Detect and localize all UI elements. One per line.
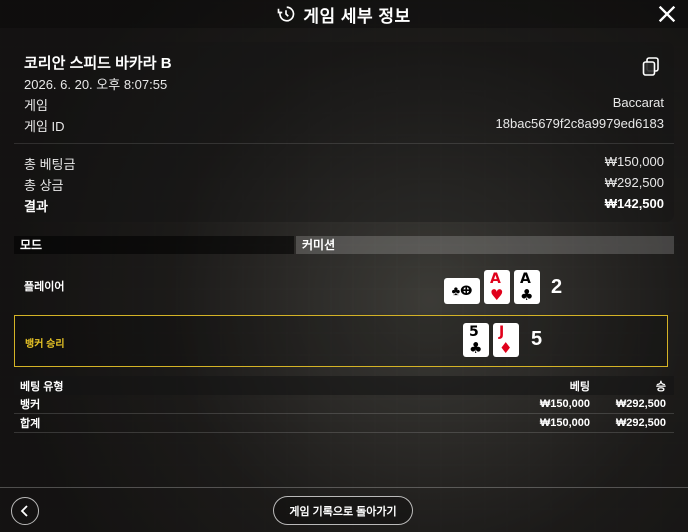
game-id-value: 18bac5679f2c8a9979ed6183 [495,116,664,131]
result-value: ₩142,500 [604,196,664,211]
game-name: 코리안 스피드 바카라 B [24,55,172,72]
win-header: 승 [655,380,666,393]
player-row: 플레이어 ♣︎ⴲ A ♥ A ♣ 2 [14,262,668,308]
commission-label: 커미션 [296,236,674,254]
header: 게임 세부 정보 [0,0,688,28]
third-card-placeholder: ♣︎ⴲ [444,278,480,304]
close-icon[interactable] [656,3,678,25]
mode-bar: 모드 커미션 [14,236,674,254]
bet-header: 베팅 [569,380,590,393]
player-score: 2 [551,276,563,298]
bet-amount-cell: ₩150,000 [539,398,590,410]
banker-score: 5 [531,328,543,350]
table-row: 합계 ₩150,000 ₩292,500 [14,414,674,433]
win-amount-cell: ₩292,500 [615,398,666,410]
playing-card: 5 ♣ [463,323,489,357]
page-title: 게임 세부 정보 [303,6,411,26]
total-bet-label: 총 베팅금 [24,157,76,172]
bet-amount-cell: ₩150,000 [539,417,590,429]
bet-table-header: 베팅 유형 베팅 승 [14,376,674,395]
win-amount-cell: ₩292,500 [615,417,666,429]
total-win-label: 총 상금 [24,178,64,193]
game-type-label: 게임 [24,98,48,113]
footer-divider [0,487,688,488]
game-details-card: 코리안 스피드 바카라 B 2026. 6. 20. 오후 8:07:55 게임… [14,42,674,222]
playing-card: A ♣ [514,270,540,304]
result-label: 결과 [24,199,48,214]
playing-card: A ♥ [484,270,510,304]
total-bet-value: ₩150,000 [604,154,664,169]
bet-table: 베팅 유형 베팅 승 뱅커 ₩150,000 ₩292,500 합계 ₩150,… [14,376,674,433]
table-row: 뱅커 ₩150,000 ₩292,500 [14,395,674,414]
bet-type-cell: 뱅커 [20,399,41,411]
game-type-value: Baccarat [612,95,664,110]
bet-type-header: 베팅 유형 [20,380,64,393]
bet-type-cell: 합계 [20,418,41,430]
back-to-history-button[interactable]: 게임 기록으로 돌아가기 [273,496,413,525]
player-label: 플레이어 [24,281,65,293]
total-win-value: ₩292,500 [604,175,664,190]
banker-label: 뱅커 승리 [25,339,65,350]
back-button[interactable] [11,497,39,525]
game-datetime: 2026. 6. 20. 오후 8:07:55 [24,77,168,92]
chevron-left-icon [20,505,28,517]
game-id-label: 게임 ID [24,119,65,134]
divider [14,143,674,144]
banker-row: 뱅커 승리 5 ♣ J ♦ 5 [14,315,668,367]
playing-card: J ♦ [493,323,519,357]
mode-label: 모드 [14,236,294,254]
history-clock-icon [278,6,295,22]
